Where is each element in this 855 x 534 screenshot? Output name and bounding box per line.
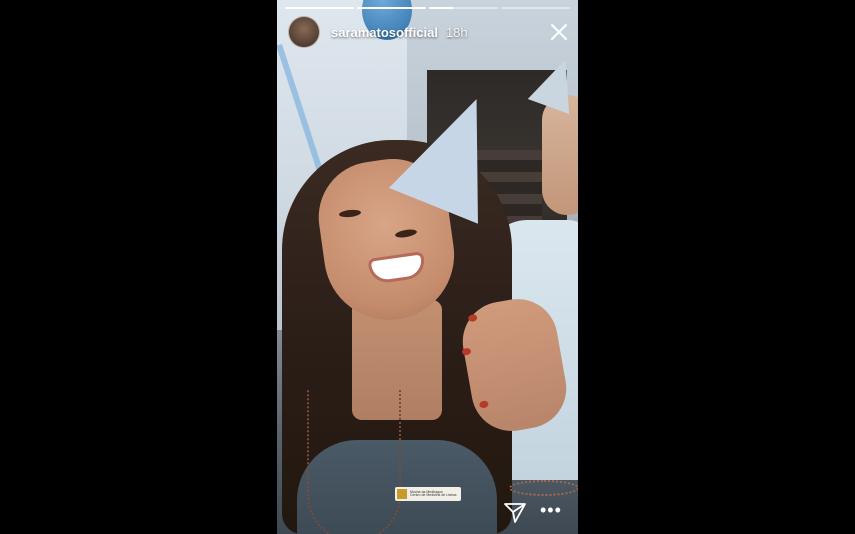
progress-segment xyxy=(501,7,570,9)
username[interactable]: saramatosofficial xyxy=(331,25,438,40)
bracelet xyxy=(509,480,578,496)
more-options-button[interactable]: ••• xyxy=(540,501,561,521)
story-progress-bar xyxy=(285,7,570,9)
progress-segment-fill xyxy=(285,7,354,9)
necklace xyxy=(307,390,401,534)
fingernail xyxy=(461,347,472,356)
fingernail xyxy=(467,313,478,323)
progress-segment-fill xyxy=(429,7,454,9)
fingernail xyxy=(478,400,489,409)
progress-segment xyxy=(357,7,426,9)
avatar[interactable] xyxy=(288,16,320,48)
progress-segment xyxy=(429,7,498,9)
send-button[interactable] xyxy=(503,502,527,524)
story-viewer[interactable]: saramatosofficial 18h Mocha da Medbagus … xyxy=(277,0,578,534)
close-button[interactable] xyxy=(548,21,570,43)
close-icon xyxy=(551,24,567,40)
progress-segment xyxy=(285,7,354,9)
location-sticker[interactable]: Mocha da Medbagus Centro de Medicina de … xyxy=(395,487,461,501)
sticker-logo-icon xyxy=(397,489,407,499)
progress-segment-fill xyxy=(357,7,426,9)
story-header: saramatosofficial 18h xyxy=(288,16,570,48)
timestamp: 18h xyxy=(445,24,468,40)
second-person-head xyxy=(542,95,578,215)
paper-plane-icon xyxy=(504,503,526,523)
sticker-line-2: Centro de Medicina de Lisboa xyxy=(410,493,457,497)
